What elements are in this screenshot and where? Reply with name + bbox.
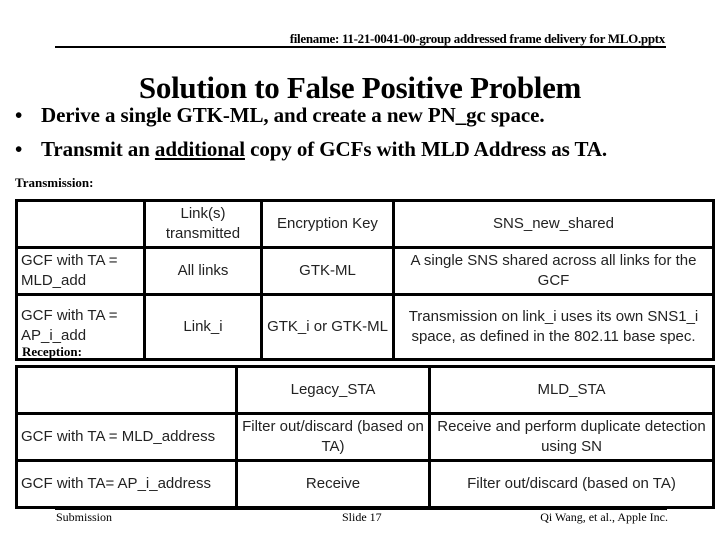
bullet-text-before: Transmit an: [41, 137, 155, 161]
cell-frame: GCF with TA= AP_i_address: [15, 459, 238, 509]
table-header-row: Legacy_STA MLD_STA: [15, 365, 715, 415]
table-header-row: Link(s) transmitted Encryption Key SNS_n…: [15, 199, 715, 249]
cell-key: GTK_i or GTK-ML: [260, 293, 395, 361]
cell-legacy: Receive: [235, 459, 431, 509]
cell-sns: Transmission on link_i uses its own SNS1…: [392, 293, 715, 361]
bullet-dot-icon: •: [15, 103, 23, 127]
cell-legacy: Filter out/discard (based on TA): [235, 412, 431, 462]
cell-mld: Filter out/discard (based on TA): [428, 459, 715, 509]
header-cell-mld-sta: MLD_STA: [428, 365, 715, 415]
bullet-item: • Derive a single GTK-ML, and create a ne…: [15, 103, 545, 128]
cell-key: GTK-ML: [260, 246, 395, 296]
cell-mld: Receive and perform duplicate detection …: [428, 412, 715, 462]
cell-frame: GCF with TA = MLD_address: [15, 412, 238, 462]
header-cell-links: Link(s) transmitted: [143, 199, 263, 249]
footer-author: Qi Wang, et al., Apple Inc.: [540, 510, 668, 524]
header-cell-empty: [15, 199, 146, 249]
slide-title: Solution to False Positive Problem: [138, 70, 582, 105]
header-cell-empty: [15, 365, 238, 415]
header-cell-sns: SNS_new_shared: [392, 199, 715, 249]
table-row: GCF with TA = MLD_add All links GTK-ML A…: [15, 246, 715, 296]
cell-sns: A single SNS shared across all links for…: [392, 246, 715, 296]
table-row: GCF with TA = AP_i_add Link_i GTK_i or G…: [15, 293, 715, 361]
cell-links: All links: [143, 246, 263, 296]
header-cell-encryption-key: Encryption Key: [260, 199, 395, 249]
table-row: GCF with TA= AP_i_address Receive Filter…: [15, 459, 715, 509]
bullet-text-underlined: additional: [154, 137, 245, 161]
bullet-item: • Transmit an additional copy of GCFs wit…: [15, 137, 607, 162]
bullet-text-after: copy of GCFs with MLD Address as TA.: [244, 137, 608, 161]
bullet-dot-icon: •: [15, 137, 23, 161]
header-cell-legacy-sta: Legacy_STA: [235, 365, 431, 415]
header-divider: [55, 46, 666, 48]
footer-submission: Submission: [56, 510, 113, 524]
reception-label: Reception:: [22, 344, 82, 359]
transmission-label: Transmission:: [15, 175, 94, 190]
table-row: GCF with TA = MLD_address Filter out/dis…: [15, 412, 715, 462]
cell-links: Link_i: [143, 293, 263, 361]
cell-frame: GCF with TA = MLD_add: [15, 246, 146, 296]
reception-table: Legacy_STA MLD_STA GCF with TA = MLD_add…: [15, 365, 715, 509]
bullet-text: Derive a single GTK-ML, and create a new…: [41, 103, 545, 127]
header-filename: filename: 11-21-0041-00-group addressed …: [289, 31, 666, 46]
footer-slide-number: Slide 17: [342, 510, 382, 524]
transmission-table: Link(s) transmitted Encryption Key SNS_n…: [15, 199, 715, 361]
